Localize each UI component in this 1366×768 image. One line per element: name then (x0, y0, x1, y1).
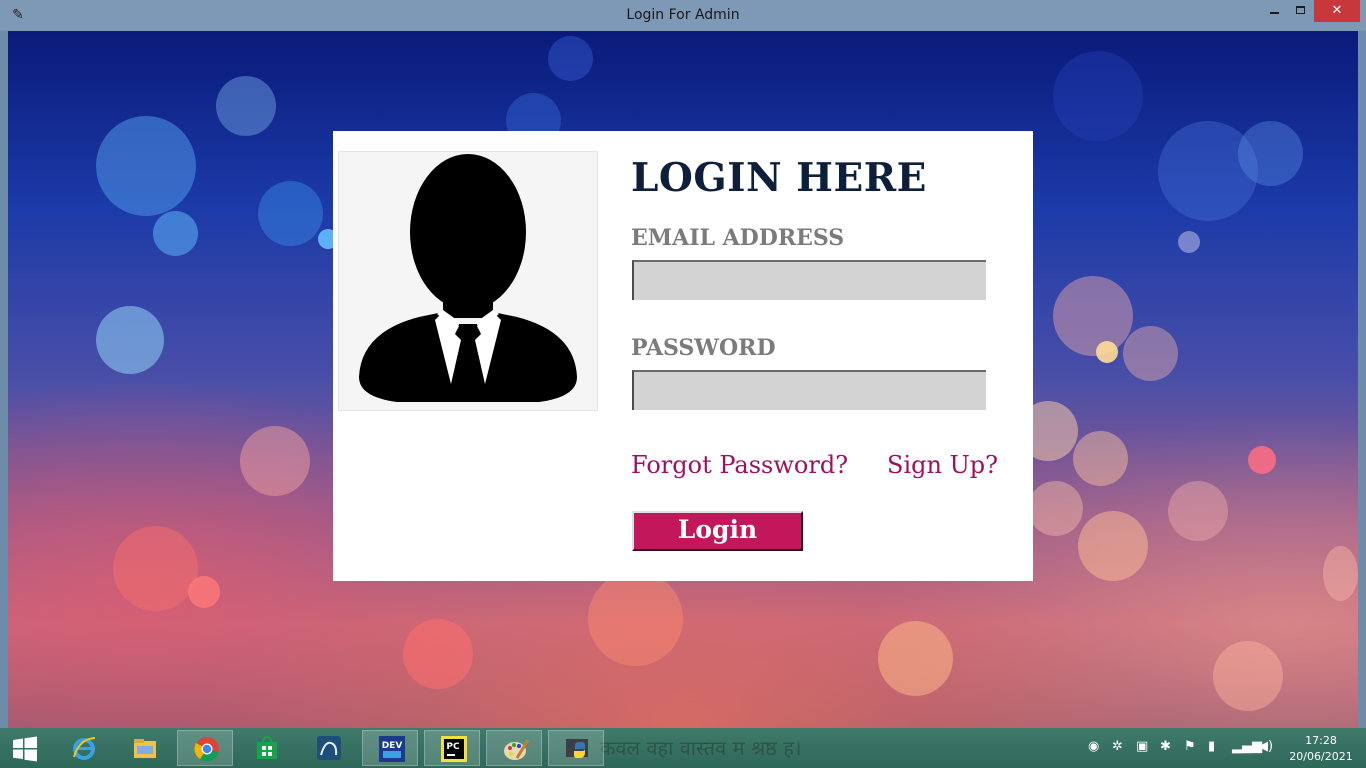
taskbar-app-python[interactable] (548, 730, 604, 766)
email-field[interactable] (632, 260, 986, 300)
sign-up-link[interactable]: Sign Up? (887, 451, 998, 479)
svg-text:PC: PC (446, 742, 460, 752)
taskbar-clock[interactable]: 17:28 20/06/2021 (1286, 733, 1356, 765)
svg-text:DEV: DEV (382, 741, 403, 751)
clock-time: 17:28 (1305, 734, 1337, 747)
taskbar-app-internet-explorer[interactable] (55, 730, 111, 766)
bokeh-light (1168, 481, 1228, 541)
maximize-button[interactable] (1288, 0, 1312, 22)
bokeh-light (216, 76, 276, 136)
bokeh-light (1053, 51, 1143, 141)
bokeh-light (588, 571, 683, 666)
taskbar-app-dev-cpp[interactable]: DEV (362, 730, 418, 766)
bokeh-light (1248, 446, 1276, 474)
dev-cpp-icon: DEV (379, 736, 405, 762)
intel-graphics-icon[interactable]: ▣ (1136, 739, 1148, 754)
taskbar: कवल वहा वास्तव म श्रष्ठ ह। DEV PC ◉ ✲ ▣ … (0, 728, 1366, 768)
bokeh-light (188, 576, 220, 608)
email-label: EMAIL ADDRESS (631, 225, 845, 251)
bokeh-light (258, 181, 323, 246)
bokeh-light (113, 526, 198, 611)
login-button[interactable]: Login (632, 511, 803, 551)
bokeh-light (1178, 231, 1200, 253)
maximize-icon (1295, 6, 1305, 14)
volume-icon[interactable]: ◀) (1258, 739, 1273, 754)
bokeh-light (548, 36, 593, 81)
bokeh-light (153, 211, 198, 256)
start-icon (13, 736, 37, 762)
paint-icon (504, 739, 529, 760)
python-icon (566, 739, 588, 758)
clock-date: 20/06/2021 (1289, 750, 1353, 763)
store-icon (257, 735, 277, 759)
bokeh-light (1096, 341, 1118, 363)
user-silhouette-icon (359, 154, 577, 402)
taskbar-app-pycharm[interactable]: PC (424, 730, 480, 766)
bokeh-light (1053, 276, 1133, 356)
mysql-workbench-icon (317, 736, 341, 760)
close-button[interactable]: ✕ (1314, 0, 1360, 22)
pycharm-icon: PC (441, 736, 467, 762)
chrome-icon (194, 737, 219, 762)
password-label: PASSWORD (631, 335, 776, 361)
battery-icon[interactable]: ▮ (1208, 739, 1215, 754)
avatar (338, 151, 598, 411)
taskbar-app-store[interactable] (238, 730, 294, 766)
action-center-flag-icon[interactable]: ⚑ (1184, 739, 1196, 754)
bokeh-light (403, 619, 473, 689)
bluetooth-icon[interactable]: ✱ (1160, 739, 1171, 754)
taskbar-app-mysql-workbench[interactable] (300, 730, 356, 766)
forgot-password-link[interactable]: Forgot Password? (631, 451, 848, 479)
password-field[interactable] (632, 370, 986, 410)
bokeh-light (96, 116, 196, 216)
minimize-icon (1269, 12, 1279, 14)
taskbar-app-paint[interactable] (486, 730, 542, 766)
bokeh-light (240, 426, 310, 496)
taskbar-background-text: कवल वहा वास्तव म श्रष्ठ ह। (600, 736, 802, 760)
bokeh-light (1028, 481, 1083, 536)
window-titlebar: ✎ Login For Admin ✕ (0, 0, 1366, 31)
bokeh-light (1323, 546, 1358, 601)
network-share-icon[interactable]: ✲ (1112, 739, 1123, 754)
bokeh-light (1123, 326, 1178, 381)
bokeh-light (1238, 121, 1303, 186)
minimize-button[interactable] (1262, 0, 1286, 22)
internet-explorer-icon (73, 737, 96, 760)
discord-icon[interactable]: ◉ (1088, 739, 1099, 754)
start-button[interactable] (0, 730, 56, 766)
login-card: LOGIN HERE EMAIL ADDRESS PASSWORD Forgot… (333, 131, 1033, 581)
taskbar-app-chrome[interactable] (177, 730, 233, 766)
bokeh-light (1078, 511, 1148, 581)
page-title: LOGIN HERE (631, 155, 927, 201)
bokeh-light (878, 621, 953, 696)
taskbar-app-file-explorer[interactable] (116, 730, 172, 766)
window-title: Login For Admin (626, 7, 740, 23)
file-explorer-icon (134, 739, 156, 758)
bokeh-light (1213, 641, 1283, 711)
bokeh-light (1073, 431, 1128, 486)
bokeh-light (96, 306, 164, 374)
